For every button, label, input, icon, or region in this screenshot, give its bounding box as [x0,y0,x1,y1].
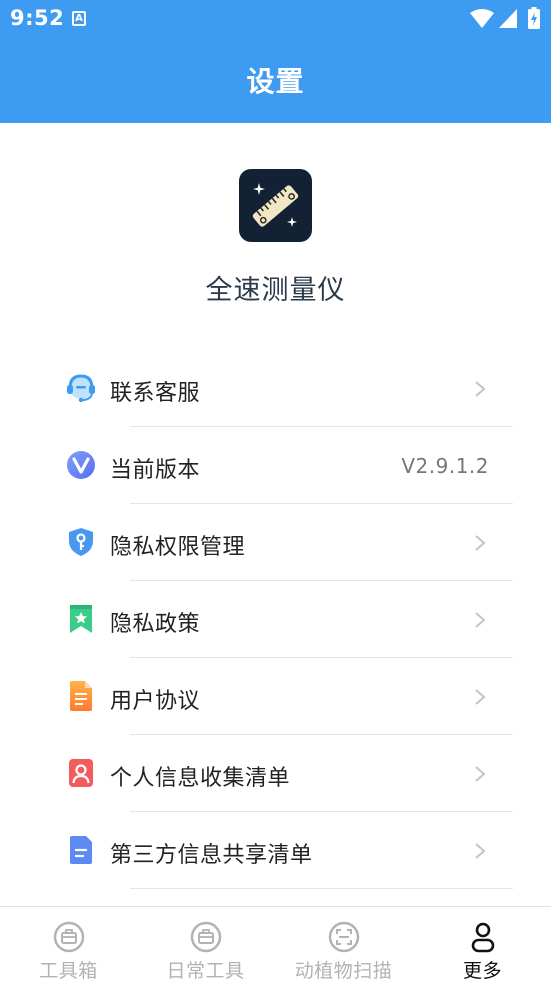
wifi-icon [470,9,494,28]
bottom-nav: 工具箱 日常工具 动植物扫描 更多 [0,906,551,981]
bookmark-star-icon [70,605,92,633]
tab-more[interactable]: 更多 [414,907,551,981]
toolbox-icon [53,921,84,953]
file-lines-icon [70,836,92,864]
user-agreement-row[interactable]: 用户协议 [0,658,551,735]
contact-support-row[interactable]: 联系客服 [0,350,551,427]
settings-list: 联系客服 当前版本 V2.9.1.2 隐私权限管理 隐私政策 用户协议 个人信息… [0,350,551,889]
row-label: 当前版本 [110,458,201,483]
signal-icon [499,9,517,28]
status-time: 9:52 [10,6,65,30]
tab-label: 工具箱 [39,960,98,981]
version-value: V2.9.1.2 [401,454,489,478]
tab-label: 动植物扫描 [294,960,393,981]
row-label: 隐私政策 [110,612,201,637]
personal-info-list-row[interactable]: 个人信息收集清单 [0,735,551,812]
person-card-icon [69,759,93,787]
toolbox-icon [190,921,221,953]
document-icon [70,681,92,711]
row-label: 联系客服 [110,381,201,406]
row-label: 用户协议 [110,689,201,714]
page-title: 设置 [246,65,305,98]
tab-daily-tools[interactable]: 日常工具 [137,907,274,981]
scan-icon [328,921,359,953]
chevron-right-icon [475,766,486,782]
privacy-policy-row[interactable]: 隐私政策 [0,581,551,658]
divider [130,888,513,889]
row-label: 第三方信息共享清单 [110,843,313,868]
app-name: 全速测量仪 [205,275,346,306]
tab-toolbox[interactable]: 工具箱 [0,907,137,981]
app-header: 9:52 A 设置 [0,0,551,123]
chevron-right-icon [475,689,486,705]
shield-key-icon [69,528,93,556]
customer-service-icon [67,374,95,403]
chevron-right-icon [475,843,486,859]
chevron-right-icon [475,612,486,628]
row-label: 个人信息收集清单 [110,766,291,791]
ruler-sparkle-icon [252,183,299,227]
user-icon [471,922,494,953]
current-version-row: 当前版本 V2.9.1.2 [0,427,551,504]
row-label: 隐私权限管理 [110,535,246,560]
app-logo [239,169,312,242]
settings-screen: 9:52 A 设置 全速测量仪 联系客服 当前版本 V2.9.1.2 隐私权限管… [0,0,551,981]
tab-plant-animal-scan[interactable]: 动植物扫描 [275,907,412,981]
privacy-permission-row[interactable]: 隐私权限管理 [0,504,551,581]
tab-label: 更多 [462,960,502,981]
chevron-right-icon [475,381,486,397]
text-a-icon: A [72,11,86,26]
status-bar: 9:52 A [0,0,551,38]
version-v-icon [67,451,95,479]
battery-charging-icon [528,7,540,29]
chevron-right-icon [475,535,486,551]
third-party-sharing-row[interactable]: 第三方信息共享清单 [0,812,551,889]
tab-label: 日常工具 [166,960,245,981]
